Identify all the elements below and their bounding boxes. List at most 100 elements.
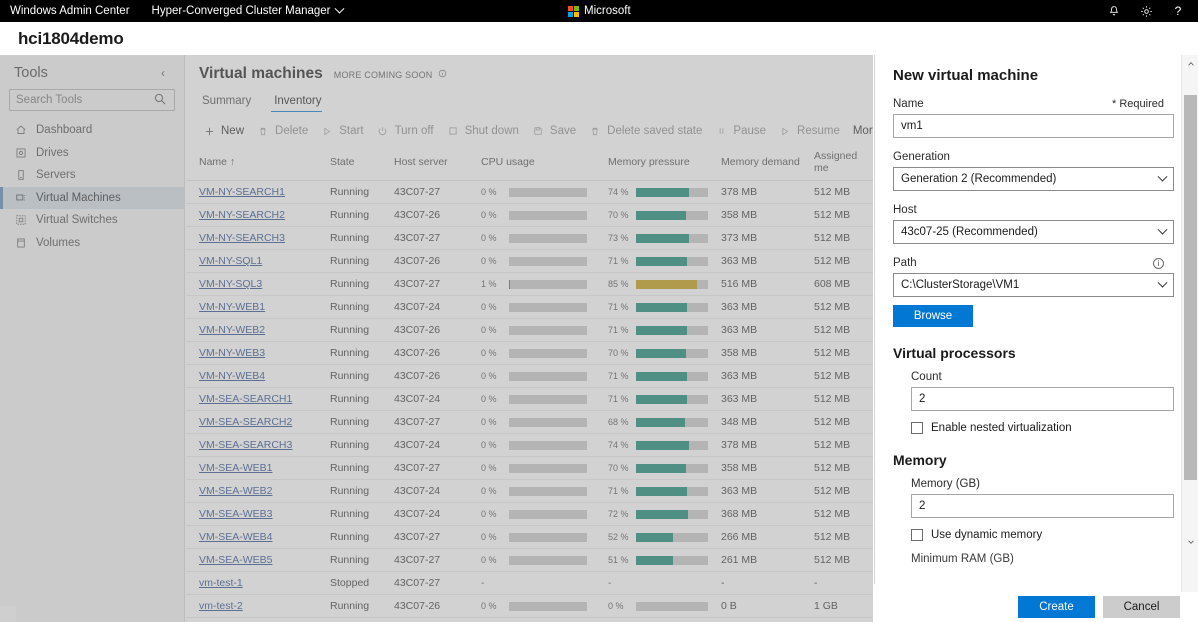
table-row[interactable]: VM-NY-SEARCH1Running43C07-270 %74 %378 M…: [186, 181, 873, 204]
table-row[interactable]: VM-NY-WEB4Running43C07-260 %71 %363 MB51…: [186, 365, 873, 388]
turn-off-button[interactable]: Turn off: [373, 121, 443, 141]
memory-input[interactable]: [911, 494, 1174, 518]
scrollbar-thumb[interactable]: [1184, 95, 1197, 480]
table-row[interactable]: VM-NY-SEARCH3Running43C07-270 %73 %373 M…: [186, 227, 873, 250]
scroll-down-arrow[interactable]: [1182, 533, 1198, 550]
sidebar-item-servers[interactable]: Servers: [0, 164, 184, 187]
table-row[interactable]: VM-NY-WEB3Running43C07-260 %70 %358 MB51…: [186, 342, 873, 365]
delete-saved-state-button[interactable]: Delete saved state: [585, 121, 711, 141]
table-row[interactable]: VM-SEA-SEARCH3Running43C07-240 %74 %378 …: [186, 434, 873, 457]
vm-name-link[interactable]: VM-NY-SEARCH1: [199, 186, 285, 198]
vm-name-link[interactable]: VM-SEA-WEB1: [199, 462, 273, 474]
table-row[interactable]: VM-SEA-WEB5Running43C07-270 %51 %261 MB5…: [186, 549, 873, 572]
info-icon[interactable]: i: [1153, 258, 1164, 269]
shut-down-button[interactable]: Shut down: [443, 121, 528, 141]
vm-name-link[interactable]: VM-NY-WEB4: [199, 370, 265, 382]
bell-icon[interactable]: [1098, 0, 1130, 22]
column-header-state[interactable]: State: [330, 146, 394, 181]
vm-name-link[interactable]: VM-SEA-WEB5: [199, 554, 273, 566]
vm-name-link[interactable]: VM-SEA-SEARCH3: [199, 439, 292, 451]
vm-name-link[interactable]: VM-NY-SQL1: [199, 255, 262, 267]
vm-name-link[interactable]: VM-SEA-WEB4: [199, 531, 273, 543]
nested-virtualization-row[interactable]: Enable nested virtualization: [911, 422, 1164, 434]
vm-name-link[interactable]: VM-NY-SEARCH2: [199, 209, 285, 221]
table-row[interactable]: VM-NY-WEB2Running43C07-260 %71 %363 MB51…: [186, 319, 873, 342]
vm-name-link[interactable]: vm-test-1: [199, 577, 243, 589]
column-header-host[interactable]: Host server: [394, 146, 481, 181]
host-select[interactable]: 43c07-25 (Recommended): [893, 220, 1174, 244]
tab-summary[interactable]: Summary: [199, 92, 261, 112]
table-row[interactable]: vm1Running43C07-260 %84 %458 MB546 MB: [186, 618, 873, 622]
save-button[interactable]: Save: [528, 121, 585, 141]
vm-name-link[interactable]: VM-NY-SEARCH3: [199, 232, 285, 244]
table-row[interactable]: VM-NY-SQL3Running43C07-271 %85 %516 MB60…: [186, 273, 873, 296]
vm-name-link[interactable]: VM-NY-WEB1: [199, 301, 265, 313]
scroll-up-arrow[interactable]: [1182, 55, 1198, 72]
app-brand[interactable]: Windows Admin Center: [10, 5, 130, 17]
cell-cpu-usage: 0 %: [481, 204, 608, 227]
table-row[interactable]: VM-SEA-SEARCH2Running43C07-270 %68 %348 …: [186, 411, 873, 434]
new-vm-button[interactable]: New: [199, 121, 253, 141]
vm-name-link[interactable]: VM-SEA-WEB3: [199, 508, 273, 520]
search-icon[interactable]: [153, 92, 169, 108]
microsoft-squares-icon: [568, 6, 579, 17]
table-row[interactable]: VM-SEA-WEB3Running43C07-240 %72 %368 MB5…: [186, 503, 873, 526]
help-icon[interactable]: ?: [1162, 0, 1194, 22]
column-header-mem-press[interactable]: Memory pressure: [608, 146, 721, 181]
table-row[interactable]: VM-NY-SQL1Running43C07-260 %71 %363 MB51…: [186, 250, 873, 273]
table-row[interactable]: VM-NY-SEARCH2Running43C07-260 %70 %358 M…: [186, 204, 873, 227]
column-header-name[interactable]: Name ↑: [186, 146, 330, 181]
path-select[interactable]: C:\ClusterStorage\VM1: [893, 273, 1174, 297]
table-row[interactable]: VM-SEA-WEB1Running43C07-270 %70 %358 MB5…: [186, 457, 873, 480]
table-row[interactable]: VM-SEA-WEB4Running43C07-270 %52 %266 MB5…: [186, 526, 873, 549]
cell-assigned-memory: 512 MB: [814, 204, 873, 227]
vcpu-count-input[interactable]: [911, 387, 1174, 411]
dynamic-memory-row[interactable]: Use dynamic memory: [911, 529, 1164, 541]
gear-icon[interactable]: [1130, 0, 1162, 22]
cell-host-server: 43C07-27: [394, 572, 481, 595]
dynamic-memory-checkbox[interactable]: [911, 529, 923, 541]
collapse-sidebar-button[interactable]: ‹: [154, 66, 172, 80]
resume-button[interactable]: Resume: [775, 121, 849, 141]
cell-memory-pressure: 73 %: [608, 227, 721, 250]
sidebar-item-drives[interactable]: Drives: [0, 142, 184, 165]
sidebar-item-virtual-machines[interactable]: Virtual Machines: [0, 187, 184, 210]
cancel-button[interactable]: Cancel: [1103, 596, 1180, 618]
tool-switcher[interactable]: Hyper-Converged Cluster Manager: [152, 5, 343, 17]
sidebar-item-virtual-switches[interactable]: Virtual Switches: [0, 209, 184, 232]
pause-button[interactable]: Pause: [711, 121, 775, 141]
progress-bar: [509, 326, 587, 335]
info-icon[interactable]: [438, 69, 447, 80]
cell-assigned-memory: 512 MB: [814, 480, 873, 503]
table-row[interactable]: VM-NY-WEB1Running43C07-240 %71 %363 MB51…: [186, 296, 873, 319]
generation-select[interactable]: Generation 2 (Recommended): [893, 167, 1174, 191]
panel-scrollbar[interactable]: [1181, 55, 1198, 622]
table-row[interactable]: vm-test-2Running43C07-260 %0 %0 B1 GB: [186, 595, 873, 618]
delete-button[interactable]: Delete: [253, 121, 317, 141]
cell-assigned-memory: 512 MB: [814, 342, 873, 365]
name-input[interactable]: [893, 114, 1174, 138]
column-header-cpu[interactable]: CPU usage: [481, 146, 608, 181]
vm-name-link[interactable]: VM-SEA-WEB2: [199, 485, 273, 497]
nested-virtualization-checkbox[interactable]: [911, 422, 923, 434]
vm-name-link[interactable]: vm-test-2: [199, 600, 243, 612]
browse-button[interactable]: Browse: [893, 305, 973, 327]
table-row[interactable]: VM-SEA-SEARCH1Running43C07-240 %71 %363 …: [186, 388, 873, 411]
column-header-mem-demand[interactable]: Memory demand: [721, 146, 814, 181]
vm-name-link[interactable]: VM-NY-SQL3: [199, 278, 262, 290]
column-header-assigned[interactable]: Assigned me: [814, 146, 873, 181]
more-button[interactable]: More: [849, 121, 873, 141]
vm-name-link[interactable]: VM-SEA-SEARCH1: [199, 393, 292, 405]
tab-inventory[interactable]: Inventory: [271, 92, 331, 112]
create-button[interactable]: Create: [1018, 596, 1095, 618]
sidebar-item-volumes[interactable]: Volumes: [0, 232, 184, 255]
progress-bar: [509, 464, 587, 473]
search-input[interactable]: [9, 89, 175, 111]
start-button[interactable]: Start: [317, 121, 372, 141]
vm-name-link[interactable]: VM-SEA-SEARCH2: [199, 416, 292, 428]
vm-name-link[interactable]: VM-NY-WEB2: [199, 324, 265, 336]
vm-name-link[interactable]: VM-NY-WEB3: [199, 347, 265, 359]
table-row[interactable]: vm-test-1Stopped43C07-27----: [186, 572, 873, 595]
sidebar-item-dashboard[interactable]: Dashboard: [0, 119, 184, 142]
table-row[interactable]: VM-SEA-WEB2Running43C07-240 %71 %363 MB5…: [186, 480, 873, 503]
